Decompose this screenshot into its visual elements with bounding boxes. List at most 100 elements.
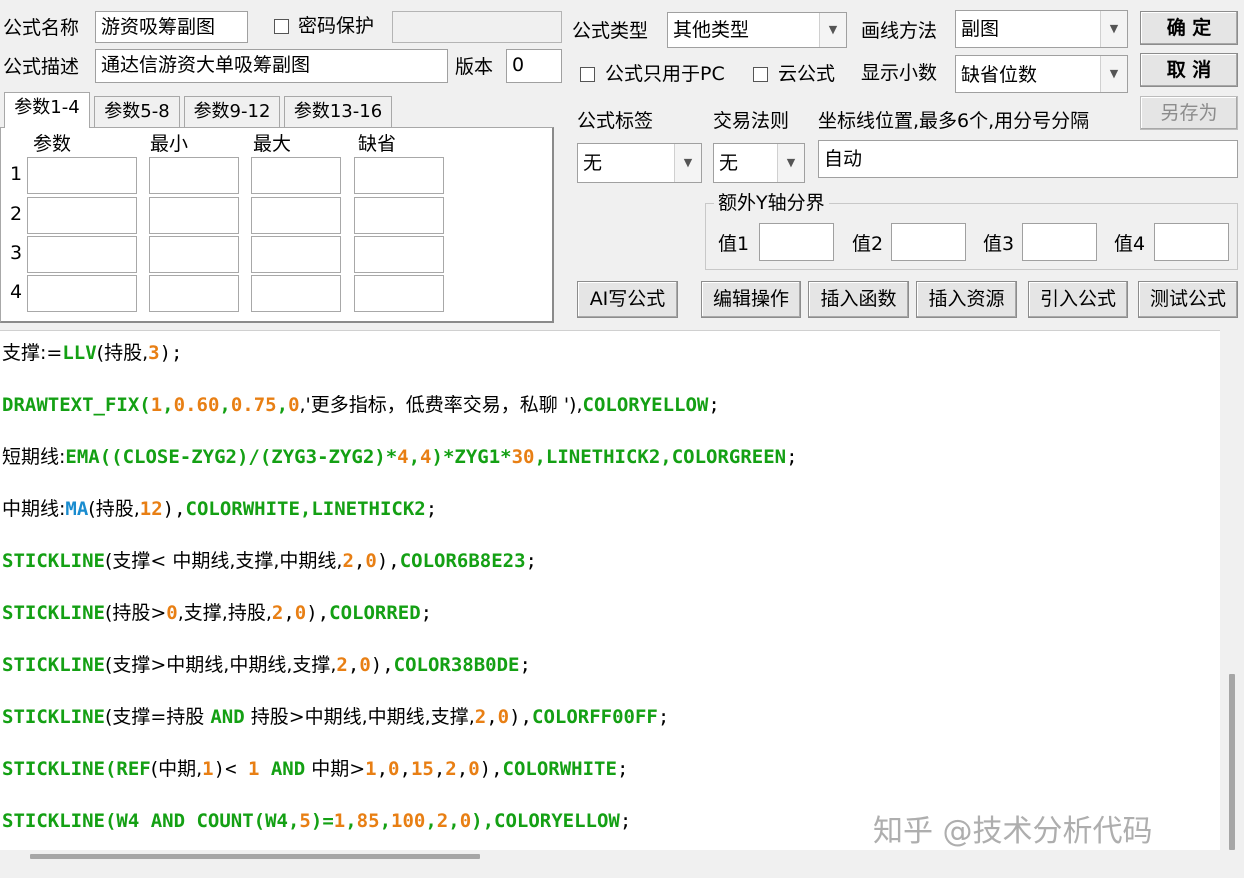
formula-type-select[interactable]: 其他类型 ▼ <box>667 12 847 48</box>
code-line: STICKLINE(REF(中期,1)< 1 AND 中期>1,0,15,2,0… <box>2 754 628 784</box>
param-cell[interactable] <box>149 275 239 312</box>
param-cell[interactable] <box>354 236 444 273</box>
password-checkbox[interactable] <box>274 19 289 34</box>
y-axis-group-title: 额外Y轴分界 <box>714 191 829 215</box>
param-cell[interactable] <box>354 197 444 234</box>
formula-name-input[interactable]: 游资吸筹副图 <box>95 11 248 43</box>
param-header-default: 缺省 <box>358 133 397 155</box>
param-cell[interactable] <box>27 157 137 194</box>
value4-label: 值4 <box>1114 233 1146 255</box>
code-token: STICKLINE <box>2 602 105 624</box>
code-token: )*ZYG1* <box>431 446 512 468</box>
code-token: 0 <box>459 810 472 832</box>
formula-tag-select[interactable]: 无 ▼ <box>577 143 702 183</box>
code-token: ; <box>420 602 433 624</box>
draw-method-label: 画线方法 <box>861 20 938 42</box>
param-cell[interactable] <box>149 236 239 273</box>
param-header-min: 最小 <box>150 133 189 155</box>
code-token: ; <box>708 394 720 416</box>
value2-input[interactable] <box>891 223 966 261</box>
value4-input[interactable] <box>1154 223 1229 261</box>
code-token: (支撑< 中期线,支撑,中期线, <box>104 550 343 572</box>
insert-function-button[interactable]: 插入函数 <box>808 281 909 318</box>
vertical-scrollbar[interactable] <box>1220 330 1244 850</box>
pc-only-label: 公式只用于PC <box>605 63 725 85</box>
param-cell[interactable] <box>27 275 137 312</box>
code-token: STICKLINE <box>2 706 105 728</box>
param-cell[interactable] <box>27 236 137 273</box>
save-as-button[interactable]: 另存为 <box>1140 96 1238 130</box>
code-token: STICKLINE(REF <box>2 758 151 780</box>
tab-params-13-16[interactable]: 参数13-16 <box>284 96 392 128</box>
code-token: , <box>433 758 446 780</box>
test-formula-button[interactable]: 测试公式 <box>1138 281 1238 318</box>
code-token: ; <box>786 446 798 468</box>
formula-tag-label: 公式标签 <box>577 110 654 132</box>
horizontal-scroll-thumb[interactable] <box>30 854 480 859</box>
code-token: ; <box>519 654 531 676</box>
code-line: STICKLINE(W4 AND COUNT(W4,5)=1,85,100,2,… <box>2 806 631 836</box>
code-editor[interactable]: 支撑:=LLV(持股,3); DRAWTEXT_FIX(1,0.60,0.75,0… <box>0 330 1220 850</box>
code-line: STICKLINE(支撑=持股 AND 持股>中期线,中期线,支撑,2,0),C… <box>2 702 669 732</box>
param-cell[interactable] <box>354 157 444 194</box>
trade-rule-select[interactable]: 无 ▼ <box>713 143 805 183</box>
code-token: 支撑:= <box>2 342 63 364</box>
param-cell[interactable] <box>251 197 341 234</box>
draw-method-select[interactable]: 副图 ▼ <box>955 10 1128 48</box>
cloud-formula-checkbox[interactable] <box>753 67 768 82</box>
chevron-down-icon[interactable]: ▼ <box>674 144 701 182</box>
code-token: 5 <box>299 810 311 832</box>
password-input[interactable] <box>392 11 562 43</box>
insert-resource-button[interactable]: 插入资源 <box>916 281 1017 318</box>
tab-params-5-8[interactable]: 参数5-8 <box>94 96 180 128</box>
param-cell[interactable] <box>149 157 239 194</box>
value1-input[interactable] <box>759 223 834 261</box>
code-token: , <box>486 706 498 728</box>
decimals-select[interactable]: 缺省位数 ▼ <box>955 55 1128 93</box>
code-token: LLV <box>62 342 97 364</box>
code-token: ; <box>525 550 537 572</box>
param-cell[interactable] <box>251 157 341 194</box>
vertical-scroll-thumb[interactable] <box>1229 674 1235 850</box>
chevron-down-icon[interactable]: ▼ <box>1100 56 1127 92</box>
tab-params-1-4[interactable]: 参数1-4 <box>4 92 90 128</box>
tab-params-9-12[interactable]: 参数9-12 <box>184 96 280 128</box>
value3-input[interactable] <box>1022 223 1097 261</box>
code-token: ,LINETHICK2,COLORGREEN <box>534 446 787 468</box>
code-token: 4 <box>420 446 432 468</box>
code-token: 2 <box>342 550 354 572</box>
code-token: , <box>448 810 460 832</box>
chevron-down-icon[interactable]: ▼ <box>819 13 846 47</box>
import-formula-button[interactable]: 引入公式 <box>1028 281 1128 318</box>
pc-only-checkbox[interactable] <box>580 67 595 82</box>
code-token: , <box>347 654 360 676</box>
param-cell[interactable] <box>149 197 239 234</box>
code-token: , <box>162 394 174 416</box>
value2-label: 值2 <box>852 233 884 255</box>
param-cell[interactable] <box>354 275 444 312</box>
ai-formula-button[interactable]: AI写公式 <box>577 281 678 318</box>
code-token: 0 <box>166 602 178 624</box>
chevron-down-icon[interactable]: ▼ <box>1100 11 1127 47</box>
trade-rule-label: 交易法则 <box>713 110 790 132</box>
code-token: , <box>353 550 366 572</box>
code-token: COLORYELLOW <box>582 394 709 416</box>
param-cell[interactable] <box>251 275 341 312</box>
edit-ops-button[interactable]: 编辑操作 <box>701 281 801 318</box>
version-input[interactable]: 0 <box>506 49 562 83</box>
code-token: 15 <box>410 758 434 780</box>
code-token: AND <box>259 758 306 780</box>
code-token: 2 <box>436 810 449 832</box>
chevron-down-icon[interactable]: ▼ <box>777 144 804 182</box>
code-token: ), <box>370 654 394 676</box>
code-line: 中期线:MA(持股,12),COLORWHITE,LINETHICK2; <box>2 494 437 524</box>
param-cell[interactable] <box>27 197 137 234</box>
cancel-button[interactable]: 取 消 <box>1140 53 1238 87</box>
axis-position-input[interactable]: 自动 <box>818 140 1238 178</box>
horizontal-scrollbar[interactable] <box>0 850 1244 878</box>
code-token: 3 <box>148 342 160 364</box>
ok-button[interactable]: 确 定 <box>1140 11 1238 45</box>
formula-desc-input[interactable]: 通达信游资大单吸筹副图 <box>95 49 448 83</box>
param-cell[interactable] <box>251 236 341 273</box>
code-line: 支撑:=LLV(持股,3); <box>2 338 182 368</box>
